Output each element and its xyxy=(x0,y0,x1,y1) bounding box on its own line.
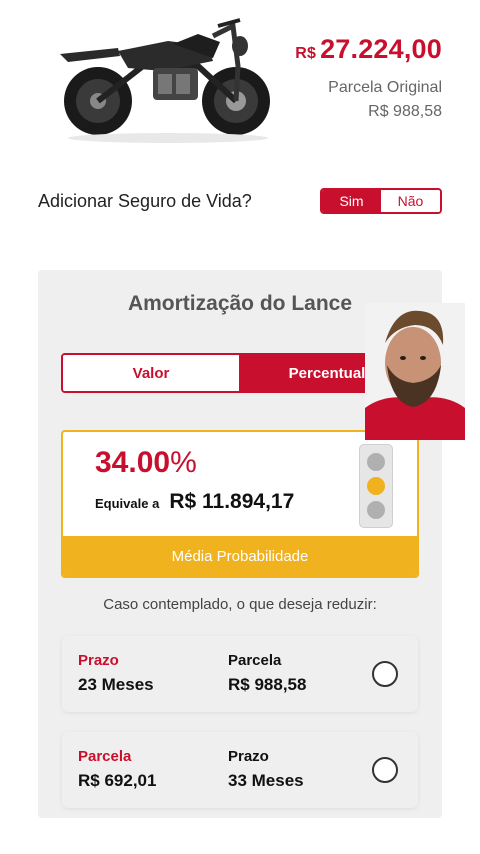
traffic-light-icon xyxy=(359,444,393,528)
light-middle-dot xyxy=(367,477,385,495)
price-block: R$ 27.224,00 Parcela Original R$ 988,58 xyxy=(295,34,442,121)
radio-icon[interactable] xyxy=(372,757,398,783)
amortizacao-tabs: Valor Percentual xyxy=(61,353,417,393)
option-reduzir-parcela[interactable]: Parcela R$ 692,01 Prazo 33 Meses xyxy=(62,732,418,808)
price-total: R$ 27.224,00 xyxy=(295,34,442,65)
price-currency: R$ xyxy=(295,45,317,62)
percent-number: 34.00 xyxy=(95,446,171,479)
equiv-value: R$ 11.894,17 xyxy=(169,490,295,513)
light-bottom-dot xyxy=(367,501,385,519)
reduce-question: Caso contemplado, o que deseja reduzir: xyxy=(103,596,377,613)
product-header: R$ 27.224,00 Parcela Original R$ 988,58 xyxy=(0,0,480,170)
radio-icon[interactable] xyxy=(372,661,398,687)
probability-bar: Média Probabilidade xyxy=(63,536,417,576)
tab-valor[interactable]: Valor xyxy=(63,355,239,391)
option-label: Prazo xyxy=(228,748,269,765)
seguro-toggle[interactable]: Sim Não xyxy=(320,188,442,214)
price-value: 27.224,00 xyxy=(320,34,442,64)
parcela-label: Parcela Original xyxy=(328,79,442,96)
option-label: Prazo xyxy=(78,652,119,669)
percent-symbol: % xyxy=(170,446,197,479)
option-value: 23 Meses xyxy=(78,675,154,694)
equiv-label: Equivale a xyxy=(95,496,160,511)
seguro-yes-button[interactable]: Sim xyxy=(322,190,381,212)
option-reduzir-prazo[interactable]: Prazo 23 Meses Parcela R$ 988,58 xyxy=(62,636,418,712)
option-col-primary: Parcela R$ 692,01 xyxy=(78,748,156,791)
option-value: R$ 692,01 xyxy=(78,771,157,790)
lance-box: 34.00% Equivale a R$ 11.894,17 Média Pro… xyxy=(61,430,419,578)
motorcycle-image xyxy=(60,18,270,143)
light-top-dot xyxy=(367,453,385,471)
parcela-value: R$ 988,58 xyxy=(368,103,442,120)
option-label: Parcela xyxy=(228,652,282,669)
option-label: Parcela xyxy=(78,748,132,765)
option-value: R$ 988,58 xyxy=(228,675,307,694)
seguro-no-button[interactable]: Não xyxy=(381,190,440,212)
option-col-secondary: Parcela R$ 988,58 xyxy=(228,652,306,695)
presenter-image xyxy=(365,303,465,440)
seguro-row: Adicionar Seguro de Vida? Sim Não xyxy=(38,188,442,214)
option-col-primary: Prazo 23 Meses xyxy=(78,652,154,695)
option-value: 33 Meses xyxy=(228,771,304,790)
percent-value: 34.00% xyxy=(95,446,197,480)
seguro-label: Adicionar Seguro de Vida? xyxy=(38,191,252,211)
equiv-row: Equivale a R$ 11.894,17 xyxy=(95,490,294,514)
presenter-video-overlay xyxy=(365,303,465,440)
option-col-secondary: Prazo 33 Meses xyxy=(228,748,304,791)
